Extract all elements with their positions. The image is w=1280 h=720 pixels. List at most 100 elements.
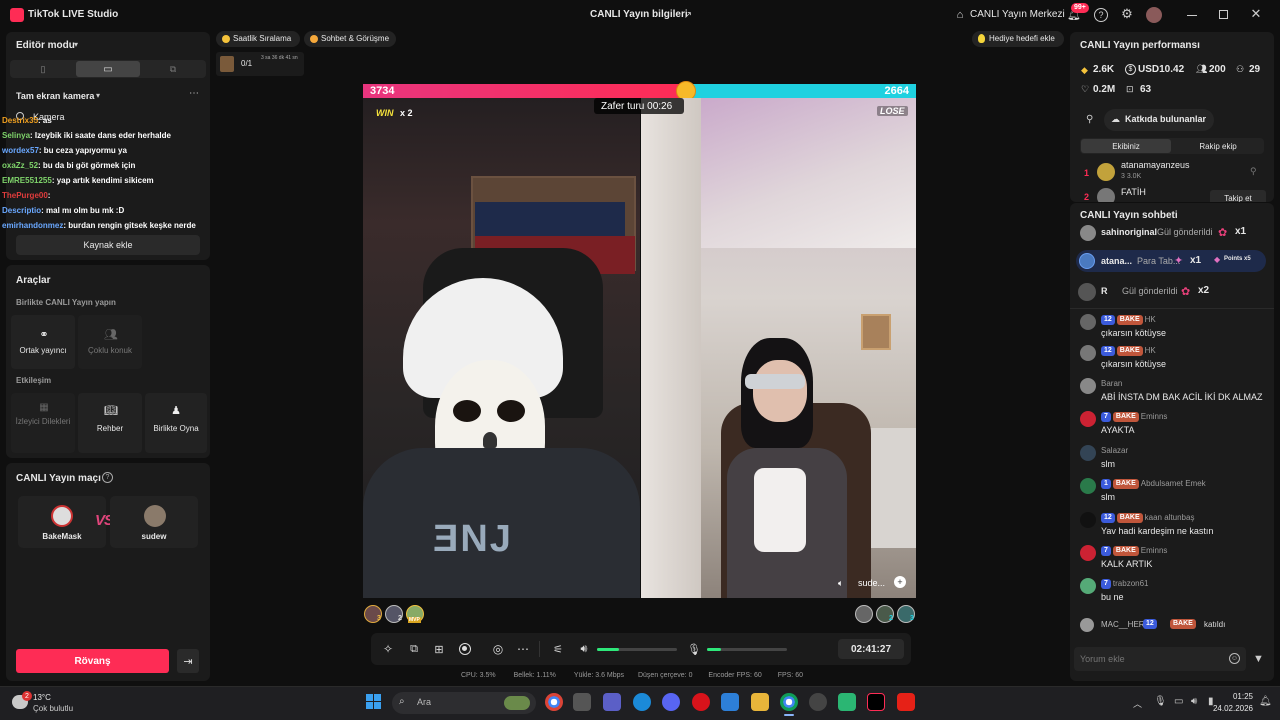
tab-your-team[interactable]: Ekibiniz — [1081, 139, 1171, 153]
discord-icon[interactable] — [662, 693, 680, 711]
portrait-layout-button[interactable]: ▯ — [12, 62, 74, 76]
chevron-up-icon[interactable]: ︿ — [1133, 697, 1142, 710]
viewer-count: 200 — [1209, 64, 1226, 75]
sunglasses — [745, 374, 805, 389]
app-icon[interactable] — [838, 693, 856, 711]
more-options-icon[interactable]: ⋯ — [516, 642, 530, 656]
mic-slider[interactable] — [707, 648, 787, 651]
comment-field[interactable] — [1080, 651, 1220, 667]
viewer-requests-button[interactable]: ▦ İzleyici Dilekleri — [11, 393, 75, 453]
volume-tray-icon[interactable]: 🔊︎ — [1191, 696, 1197, 707]
speaker-volume-icon[interactable]: 🔊︎ — [577, 642, 591, 656]
help-icon[interactable]: ? — [1094, 8, 1108, 22]
edge-icon[interactable] — [633, 693, 651, 711]
microphone-icon[interactable]: 🎙︎ — [687, 642, 701, 656]
contributors-button[interactable]: ☁ Katkıda bulunanlar — [1104, 109, 1214, 131]
minimize-icon[interactable] — [1187, 15, 1197, 16]
play-together-button[interactable]: ♟ Birlikte Oyna — [145, 393, 207, 453]
gift-goal-widget[interactable]: 0/1 3 sa 36 dk 41 sn — [216, 52, 304, 76]
volume-slider[interactable] — [597, 648, 677, 651]
close-icon[interactable]: ✕ — [1250, 6, 1262, 21]
live-center-link[interactable]: CANLI Yayın Merkezi — [970, 9, 1065, 20]
comment-input[interactable]: ☺ — [1074, 647, 1246, 671]
clock-time[interactable]: 01:25 — [1231, 692, 1253, 701]
help-icon[interactable]: ? — [102, 472, 113, 483]
add-source-button[interactable]: Kaynak ekle — [16, 235, 200, 255]
weather-temp: 13°C — [33, 693, 51, 702]
scene-name[interactable]: Tam ekran kamera — [16, 91, 94, 101]
guide-button[interactable]: 📖︎ Rehber — [78, 393, 142, 453]
chrome-icon[interactable] — [545, 693, 563, 711]
notification-center-icon[interactable]: 🔔︎ — [1259, 696, 1272, 707]
chat-call-pill[interactable]: Sohbet & Görüşme — [304, 31, 396, 47]
chrome-alt-icon[interactable] — [809, 693, 827, 711]
player2-card[interactable]: sudew — [110, 496, 198, 548]
youtube-icon[interactable] — [897, 693, 915, 711]
network-icon[interactable]: ▭ — [1174, 696, 1183, 707]
live-chat-panel: CANLI Yayın sohbeti — [1070, 203, 1274, 681]
hourly-ranking-pill[interactable]: Saatlik Sıralama — [216, 31, 300, 47]
store-icon[interactable] — [573, 693, 591, 711]
trophy-icon — [222, 35, 230, 43]
file-explorer-icon[interactable] — [751, 693, 769, 711]
home-icon[interactable]: ⌂ — [953, 8, 967, 22]
more-options-icon[interactable]: ⋯ — [189, 88, 199, 99]
victory-timer: Zafer turu 00:26 — [601, 101, 673, 112]
live-chat-title: CANLI Yayın sohbeti — [1080, 210, 1178, 221]
tab-rival-team[interactable]: Rakip ekip — [1173, 139, 1263, 153]
chevron-down-icon[interactable]: ▾ — [96, 91, 100, 100]
adjust-sliders-icon[interactable]: ⚟ — [551, 642, 565, 656]
microphone-tray-icon[interactable]: 🎙︎ — [1154, 696, 1167, 707]
join-avatar[interactable] — [1080, 618, 1094, 632]
contributor-avatar[interactable] — [1097, 163, 1115, 181]
landscape-layout-button[interactable]: ▭ — [76, 61, 140, 77]
filter-icon[interactable]: ▼ — [1253, 653, 1264, 665]
add-person-icon[interactable]: ⚲ — [1250, 166, 1257, 177]
share-icon[interactable]: ↗ — [681, 8, 695, 22]
record-icon[interactable] — [459, 643, 471, 655]
cohost-button[interactable]: ⚭ Ortak yayıncı — [11, 315, 75, 369]
follow-button[interactable]: Takip et — [1210, 190, 1266, 202]
clock-date[interactable]: 24.02.2026 — [1210, 704, 1253, 713]
gifter-avatar[interactable] — [1079, 253, 1095, 269]
gift-user: R — [1101, 286, 1108, 296]
contributor-avatar[interactable] — [1097, 188, 1115, 202]
camera-settings-icon[interactable]: ◎ — [491, 642, 505, 656]
settings-gear-icon[interactable]: ⚙ — [1120, 6, 1134, 21]
split-layout-button[interactable]: ⧉ — [142, 62, 204, 76]
live-info-title[interactable]: CANLI Yayın bilgileri — [590, 9, 688, 20]
profile-avatar[interactable] — [1146, 7, 1162, 23]
chrome-profile-icon[interactable] — [780, 693, 798, 711]
emoji-icon[interactable]: ☺ — [1229, 653, 1240, 664]
gifter-avatar[interactable] — [1080, 225, 1096, 241]
player1-card[interactable]: BakeMask — [18, 496, 106, 548]
add-widget-icon[interactable]: ⊞ — [432, 642, 446, 656]
taskbar-search[interactable]: ⌕ Ara — [392, 692, 536, 714]
tiktok-icon[interactable] — [867, 693, 885, 711]
add-person-icon[interactable]: ⚲ — [1086, 114, 1093, 125]
effects-icon[interactable]: ⧉ — [407, 642, 421, 656]
speaker-icon[interactable]: 🔈︎ — [838, 578, 843, 589]
left-top-gifters: 3 2 MVP — [364, 605, 424, 625]
gift-multiplier: x2 — [1198, 285, 1210, 296]
join-text: katıldı — [1204, 620, 1226, 629]
add-gift-goal-pill[interactable]: Hediye hedefi ekle — [972, 31, 1064, 47]
magic-wand-icon[interactable]: ✧ — [381, 642, 395, 656]
teams-icon[interactable] — [603, 693, 621, 711]
gift-text: Gül gönderildi — [1157, 227, 1213, 237]
exit-match-icon[interactable]: ⇥ — [177, 649, 199, 673]
chevron-down-icon[interactable]: ▾ — [74, 40, 78, 49]
viewer-requests-label: İzleyici Dilekleri — [15, 417, 71, 426]
rematch-button[interactable]: Rövanş — [16, 649, 169, 673]
editor-mode-label[interactable]: Editör modu — [16, 40, 75, 51]
multi-guest-button[interactable]: 👥︎ Çoklu konuk — [78, 315, 142, 369]
opera-icon[interactable] — [692, 693, 710, 711]
gifter-avatar[interactable] — [855, 605, 873, 623]
mail-icon[interactable] — [721, 693, 739, 711]
contributor-name: atanamayanzeus — [1121, 160, 1190, 170]
heart-icon: ♡ — [1081, 84, 1090, 94]
gifter-avatar[interactable] — [1078, 283, 1096, 301]
add-icon[interactable]: + — [894, 576, 906, 588]
windows-start-icon[interactable] — [366, 694, 382, 710]
maximize-icon[interactable] — [1219, 10, 1228, 19]
